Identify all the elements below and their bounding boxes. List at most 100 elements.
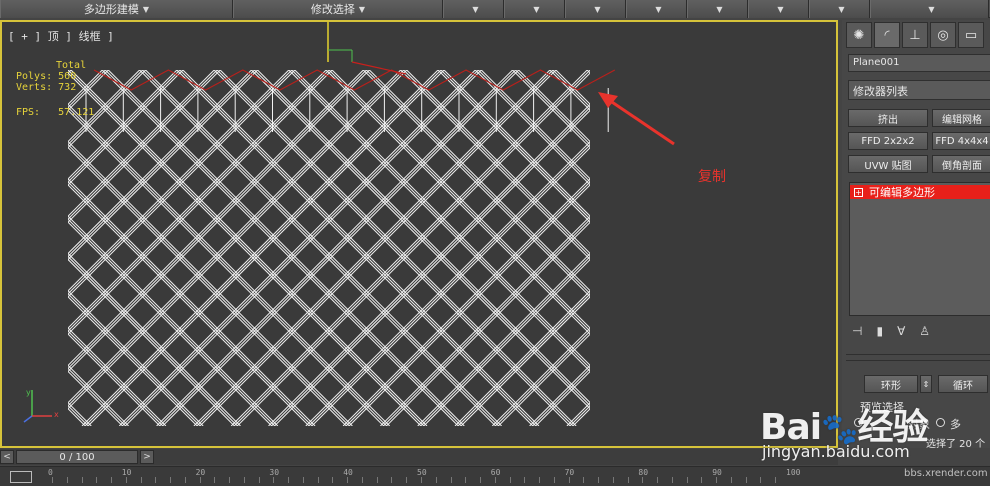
edit-mesh-button[interactable]: 编辑网格 <box>932 109 990 127</box>
bevel-profile-button[interactable]: 倒角剖面 <box>932 155 990 173</box>
timeline-tick <box>81 477 83 483</box>
timeline-tick <box>288 477 290 483</box>
selected-edge-zigzag[interactable] <box>93 69 616 91</box>
watermark-sub: bbs.xrender.com <box>904 468 988 479</box>
show-end-result-icon[interactable]: ▮ <box>876 324 883 338</box>
create-tab-icon[interactable]: ✺ <box>846 22 872 48</box>
object-name-field[interactable]: Plane001 <box>848 54 990 72</box>
next-frame-button[interactable]: > <box>140 450 154 464</box>
pin-stack-icon[interactable]: ⊣ <box>852 324 862 338</box>
baidu-watermark: Bai🐾经验 jingyan.baidu.com bbs.xrender.com <box>756 396 988 484</box>
ribbon-dropdown-8[interactable]: ▼ <box>870 0 989 18</box>
timeline-tick <box>568 477 570 483</box>
chevron-down-icon: ▼ <box>533 4 540 14</box>
stack-item-editable-poly[interactable]: + 可编辑多边形 <box>850 185 990 199</box>
timeline-tick <box>170 477 172 483</box>
timeline-tick <box>701 477 703 483</box>
time-slider-bar: < 0 / 100 > <box>0 449 838 465</box>
timeline-tick <box>716 477 718 483</box>
timeline-tick-label: 40 <box>343 468 353 477</box>
timeline-tick <box>214 477 216 483</box>
uvw-map-button[interactable]: UVW 贴图 <box>848 155 928 173</box>
timeline-tick <box>243 477 245 483</box>
ribbon-dropdown-1[interactable]: ▼ <box>443 0 504 18</box>
timeline-tick <box>509 477 511 483</box>
extrude-button[interactable]: 挤出 <box>848 109 928 127</box>
timeline-tick-label: 60 <box>490 468 501 477</box>
annotation-arrow-line <box>605 96 675 146</box>
polygon-modeling-label: 多边形建模 <box>83 3 139 16</box>
time-slider[interactable]: 0 / 100 <box>16 450 138 464</box>
display-tab-icon[interactable]: ▭ <box>958 22 984 48</box>
expand-plus-icon[interactable]: + <box>854 187 863 197</box>
chevron-down-icon: ▼ <box>472 4 479 14</box>
timeline-tick <box>480 477 482 483</box>
modify-tab-icon[interactable]: ◜ <box>874 22 900 48</box>
ribbon-dropdown-6[interactable]: ▼ <box>748 0 809 18</box>
prev-frame-button[interactable]: < <box>0 450 14 464</box>
ribbon-dropdown-4[interactable]: ▼ <box>626 0 687 18</box>
timeline-tick <box>258 477 260 483</box>
timeline-tick <box>332 477 334 483</box>
timeline-tick <box>184 477 186 483</box>
command-panel-tabs: ✺ ◜ ⊥ ◎ ▭ <box>846 22 984 48</box>
stats-verts: Verts: 732 <box>16 82 77 93</box>
timeline-tick <box>539 477 541 483</box>
modifier-list-dropdown[interactable]: 修改器列表 <box>848 80 990 100</box>
chevron-down-icon: ▼ <box>655 4 662 14</box>
timeline-tick <box>317 477 319 483</box>
ring-spinner[interactable]: ⇕ <box>920 375 932 393</box>
timeline-tick-label: 10 <box>121 468 132 477</box>
modifier-stack[interactable]: + 可编辑多边形 <box>849 182 990 316</box>
key-filter-icon[interactable] <box>10 471 32 483</box>
timeline-tick <box>494 477 496 483</box>
timeline-tick-label: 0 <box>48 468 53 477</box>
modify-selection-menu[interactable]: 修改选择 ▼ <box>233 0 443 18</box>
timeline-tick <box>421 477 422 483</box>
timeline-tick <box>229 477 231 483</box>
ribbon-dropdown-5[interactable]: ▼ <box>687 0 748 18</box>
chevron-down-icon: ▼ <box>594 4 601 14</box>
loop-button[interactable]: 循环 <box>938 375 988 393</box>
timeline-tick <box>671 477 673 483</box>
timeline-tick-label: 30 <box>269 468 280 477</box>
polygon-modeling-menu[interactable]: 多边形建模 ▼ <box>0 0 233 18</box>
timeline-tick <box>273 477 275 483</box>
timeline-tick <box>66 477 68 483</box>
chevron-down-icon: ▼ <box>777 4 784 14</box>
timeline-tick <box>52 477 53 483</box>
watermark-url: jingyan.baidu.com <box>762 442 910 461</box>
ring-button[interactable]: 环形 <box>864 375 918 393</box>
top-viewport[interactable]: [ + ] 顶 ] 线框 ] Total Polys: 560 Verts: 7… <box>0 20 838 448</box>
ribbon-dropdown-2[interactable]: ▼ <box>504 0 565 18</box>
make-unique-icon[interactable]: ∀ <box>897 324 905 338</box>
timeline-tick <box>465 477 467 483</box>
chevron-down-icon: ▼ <box>928 4 935 14</box>
ribbon-dropdown-3[interactable]: ▼ <box>565 0 626 18</box>
timeline-tick-label: 70 <box>564 468 575 477</box>
modify-selection-label: 修改选择 <box>310 3 355 16</box>
timeline-tick <box>730 477 732 483</box>
timeline-tick <box>125 477 127 483</box>
gizmo-x-axis[interactable] <box>351 61 407 75</box>
timeline-tick <box>686 477 688 483</box>
motion-tab-icon[interactable]: ◎ <box>930 22 956 48</box>
timeline-tick <box>406 477 408 483</box>
viewport-label[interactable]: [ + ] 顶 ] 线框 ] <box>8 28 114 44</box>
ffd-4x4x4-button[interactable]: FFD 4x4x4 <box>932 132 990 150</box>
ribbon-dropdown-7[interactable]: ▼ <box>809 0 870 18</box>
timeline-tick <box>524 477 526 483</box>
timeline-tick <box>745 477 747 483</box>
timeline-tick-label: 80 <box>638 468 649 477</box>
chevron-down-icon: ▼ <box>142 4 150 14</box>
tripod-z-axis <box>23 415 33 423</box>
timeline-tick-label: 20 <box>195 468 206 477</box>
hierarchy-tab-icon[interactable]: ⊥ <box>902 22 928 48</box>
copy-annotation: 复制 <box>698 169 726 185</box>
wireframe-mesh[interactable] <box>2 22 836 446</box>
ffd-2x2x2-button[interactable]: FFD 2x2x2 <box>848 132 928 150</box>
timeline-tick-label: 90 <box>712 468 722 477</box>
remove-modifier-icon[interactable]: ♙ <box>919 324 930 338</box>
stack-tools: ⊣ ▮ ∀ ♙ <box>852 324 930 338</box>
timeline-tick <box>598 477 600 483</box>
